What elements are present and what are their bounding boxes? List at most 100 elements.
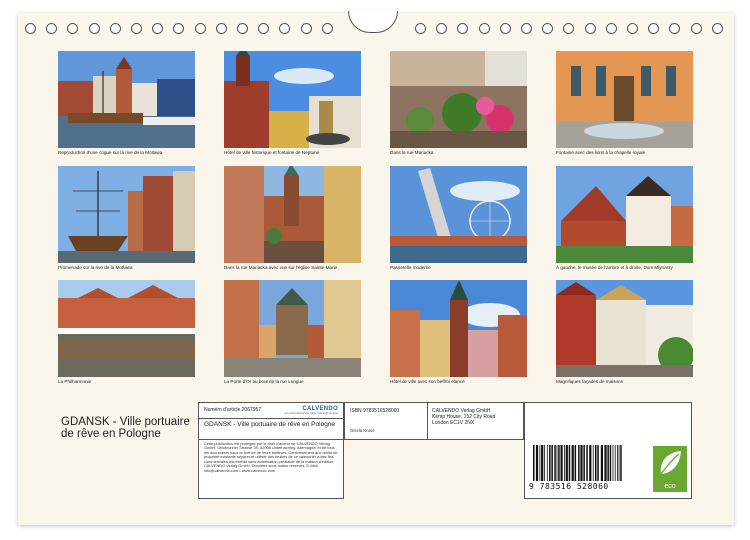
photo-cog-ship [58,51,195,148]
leaf-icon [660,451,681,475]
barcode-bar [578,445,580,481]
binding-hole [131,23,142,34]
publisher-address: CALVENDO Verlag GmbH Kemp House, 152 Cit… [432,408,496,426]
isbn: ISBN 9783516528060 [350,408,400,414]
binding-hole [711,23,723,34]
photo-caption: Promenade sur la rive de la Motlawa [58,265,133,270]
barcode-bar [580,445,583,481]
photo-modern-footbridge [390,166,527,263]
binding-hole [436,23,448,34]
barcode-bar [564,445,565,481]
photo-town-hall-neptune [224,51,361,148]
binding-hole [605,23,617,34]
barcode-bar [551,445,553,481]
legal-notice: Cette publication est protégée par le dr… [204,441,338,473]
photo-caption: Hôtel de ville avec son beffroi élancé [390,379,465,384]
barcode-bar [604,445,607,481]
isbn-panel: ISBN 9783516528060 Gisela Kruse CALVENDO… [344,402,524,440]
binding-hole [690,23,702,34]
barcode-bar [558,445,560,481]
barcode-bar [571,445,574,481]
calendar-title: GDANSK - Ville portuaire de rêve en Polo… [61,416,190,440]
binding-hole [499,23,511,34]
barcode-bar [600,445,603,481]
article-panel: Numéro d'article 2067957 CALVENDO ein Un… [198,402,344,499]
binding-hole [215,23,227,34]
barcode-bar [612,445,614,481]
binding-hole [300,23,312,34]
binding-hole [669,23,681,34]
barcode-bar [620,445,622,481]
article-title: GDANSK - Ville portuaire de rêve en Polo… [204,421,336,428]
binding-hole [321,23,333,34]
binding-hole [109,23,121,34]
binding-hole [46,23,58,34]
eco-badge: eco [653,446,687,492]
barcode-bar [560,445,563,481]
photo-caption: Dans la rue Mariacka avec vue sur l'égli… [224,265,338,270]
photo-caption: Passerelle moderne [390,265,431,270]
binding-hole [584,23,596,34]
barcode-bar [574,445,577,481]
photo-caption: La Philharmonie [58,379,92,384]
photo-caption: Hôtel de ville historique et fontaine de… [224,150,320,155]
barcode-bar [539,445,541,481]
barcode-panel: 9 783516 528060 eco [524,402,692,499]
barcode-bar [544,445,545,481]
barcode-bar [586,445,588,481]
photo-golden-gate [224,280,361,377]
calvendo-logo: CALVENDO ein Unternehmen der Ulmer Calve… [284,406,338,415]
photo-philharmonie [58,280,195,377]
photo-lion-fountain [556,51,693,148]
photo-mariacka-st-mary [224,166,361,263]
barcode-bar [549,445,551,481]
barcode-bar [614,445,616,481]
binding-hole [25,23,36,34]
binding-hole [173,23,185,34]
binding-hole [457,23,469,34]
binding-hole [194,23,206,34]
barcode-bar [595,445,597,481]
binding-hole [478,23,490,34]
binding-hole [648,23,660,34]
barcode-bar [609,445,612,481]
photo-caption: Fontaine avec des lions à la chapelle ro… [556,150,646,155]
barcode-bar [541,445,544,481]
photo-mariacka-street [390,51,527,148]
barcode-bars [533,445,622,481]
binding-hole [152,23,164,34]
barcode-bar [597,445,599,481]
binding-hole [542,23,554,34]
photo-house-facades [556,280,693,377]
article-number: Numéro d'article 2067957 [204,407,262,413]
binding-hole [237,23,248,34]
binding-hole [279,23,291,34]
binding-hole [258,23,270,34]
barcode-bar [618,445,620,481]
photo-caption: Magnifiques façades de maisons [556,379,623,384]
author: Gisela Kruse [350,428,375,433]
barcode-number: 9 783516 528060 [529,482,609,491]
binding-hole [67,23,79,34]
photo-motlawa-promenade [58,166,195,263]
barcode-bar [554,445,556,481]
binding-hole [627,23,638,34]
barcode-bar [533,445,535,481]
barcode-bar [583,445,585,481]
barcode-bar [607,445,609,481]
binding-hole [521,23,532,34]
barcode-bar [617,445,618,481]
binding-hole [563,23,575,34]
photo-town-hall-belfry [390,280,527,377]
photo-amber-museum [556,166,693,263]
photo-caption: À gauche, le musée de l'ambre et à droit… [556,265,673,270]
calendar-back-sheet: Reproduction d'une cogue sur la rive de … [18,11,734,525]
barcode-bar [535,445,539,481]
barcode-bar [592,445,594,481]
barcode-bar [568,445,571,481]
photo-caption: Dans la rue Mariacka [390,150,434,155]
barcode-bar [556,445,558,481]
binding-hole [415,23,426,34]
barcode-bar [565,445,568,481]
barcode-bar [589,445,592,481]
